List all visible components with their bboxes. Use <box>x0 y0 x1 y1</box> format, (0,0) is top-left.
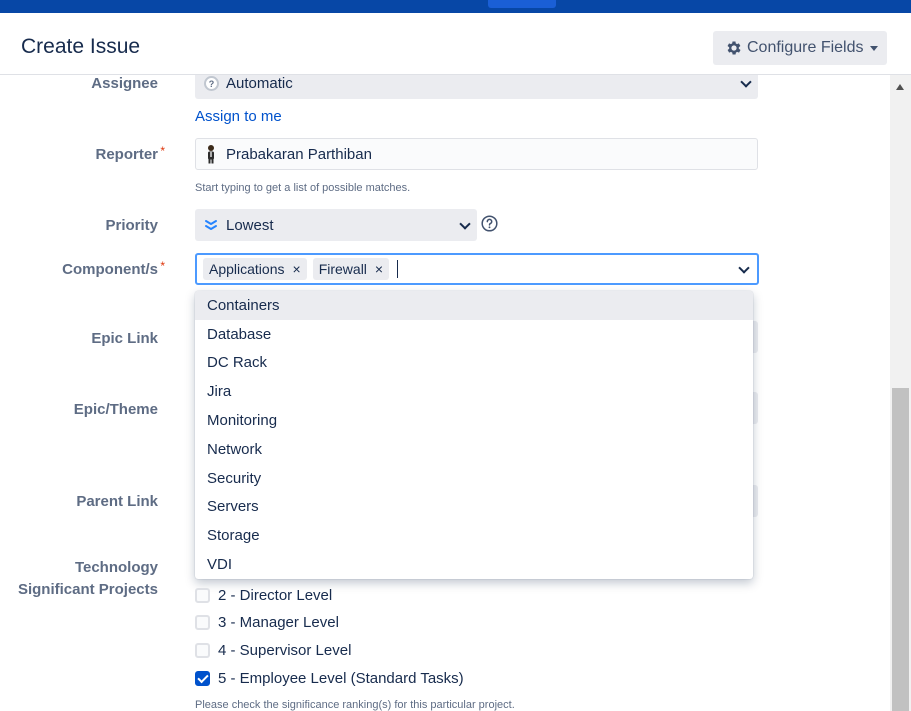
list-item[interactable]: Jira <box>195 377 753 406</box>
component-chip-firewall: Firewall × <box>312 258 390 280</box>
nav-active-tab[interactable] <box>488 0 556 8</box>
components-dropdown-list: Containers Database DC Rack Jira Monitor… <box>195 291 753 579</box>
chip-label: Applications <box>209 261 285 277</box>
dialog-header: Create Issue Configure Fields <box>0 13 911 75</box>
checkbox[interactable] <box>195 615 210 630</box>
assign-to-me-link[interactable]: Assign to me <box>195 108 282 125</box>
checkbox-row-manager[interactable]: 3 - Manager Level <box>195 614 339 631</box>
chevron-down-icon <box>459 218 471 230</box>
chip-label: Firewall <box>318 261 367 277</box>
checkbox-row-director[interactable]: 2 - Director Level <box>195 587 332 604</box>
assignee-label: Assignee <box>91 75 158 92</box>
user-avatar-icon <box>208 145 214 164</box>
checkbox[interactable] <box>195 588 210 603</box>
list-item[interactable]: Database <box>195 320 753 349</box>
tech-projects-label-line2: Significant Projects <box>17 581 158 598</box>
list-item[interactable]: Servers <box>195 493 753 522</box>
top-navigation-bar <box>0 0 911 13</box>
components-multiselect[interactable]: Applications × Firewall × <box>195 253 759 285</box>
reporter-input[interactable]: Prabakaran Parthiban <box>195 138 758 170</box>
tech-projects-label-line1: Technology <box>74 559 158 576</box>
automatic-user-icon: ? <box>204 75 219 91</box>
gear-icon <box>727 41 741 55</box>
checkbox-row-supervisor[interactable]: 4 - Supervisor Level <box>195 642 351 659</box>
chevron-down-icon <box>740 76 752 88</box>
assignee-value: Automatic <box>226 75 293 92</box>
tech-projects-hint: Please check the significance ranking(s)… <box>195 699 515 711</box>
epic-theme-label: Epic/Theme <box>73 401 158 418</box>
form-content: Assignee ? Automatic Assign to me Report… <box>0 75 890 711</box>
scroll-up-arrow-icon[interactable] <box>896 84 904 90</box>
list-item[interactable]: Storage <box>195 521 753 550</box>
epic-link-label: Epic Link <box>91 330 158 347</box>
checkbox-label: 4 - Supervisor Level <box>218 642 352 659</box>
checkbox-label: 5 - Employee Level (Standard Tasks) <box>218 670 464 687</box>
help-icon[interactable] <box>481 215 498 232</box>
priority-label: Priority <box>105 217 158 234</box>
configure-fields-button[interactable]: Configure Fields <box>713 31 887 65</box>
list-item[interactable]: DC Rack <box>195 349 753 378</box>
components-label: Component/s <box>62 259 165 278</box>
checkbox-checked[interactable] <box>195 671 210 686</box>
configure-fields-label: Configure Fields <box>747 39 864 56</box>
priority-select[interactable]: Lowest <box>195 209 477 241</box>
priority-value: Lowest <box>226 216 274 234</box>
checkbox-label: 3 - Manager Level <box>218 614 339 631</box>
scrollbar-thumb[interactable] <box>892 388 909 711</box>
vertical-scrollbar[interactable] <box>890 75 911 711</box>
reporter-value: Prabakaran Parthiban <box>226 145 372 163</box>
page-title: Create Issue <box>21 35 141 58</box>
tech-projects-label: Technology Significant Projects <box>18 557 158 601</box>
checkbox-row-employee[interactable]: 5 - Employee Level (Standard Tasks) <box>195 670 464 687</box>
reporter-hint: Start typing to get a list of possible m… <box>195 182 411 194</box>
list-item[interactable]: VDI <box>195 550 753 579</box>
checkbox-label: 2 - Director Level <box>218 587 333 604</box>
list-item[interactable]: Monitoring <box>195 406 753 435</box>
list-item[interactable]: Containers <box>195 291 753 320</box>
close-icon[interactable]: × <box>375 261 383 277</box>
text-cursor <box>397 260 399 278</box>
parent-link-label: Parent Link <box>76 493 158 510</box>
checkbox[interactable] <box>195 643 210 658</box>
list-item[interactable]: Network <box>195 435 753 464</box>
close-icon[interactable]: × <box>293 261 301 277</box>
svg-text:?: ? <box>209 79 215 89</box>
component-chip-applications: Applications × <box>203 258 307 280</box>
list-item[interactable]: Security <box>195 464 753 493</box>
priority-lowest-icon <box>205 220 217 230</box>
reporter-label: Reporter <box>95 144 164 163</box>
assignee-select[interactable]: ? Automatic <box>195 75 758 99</box>
chevron-down-icon <box>869 45 878 51</box>
chevron-down-icon <box>738 262 750 274</box>
